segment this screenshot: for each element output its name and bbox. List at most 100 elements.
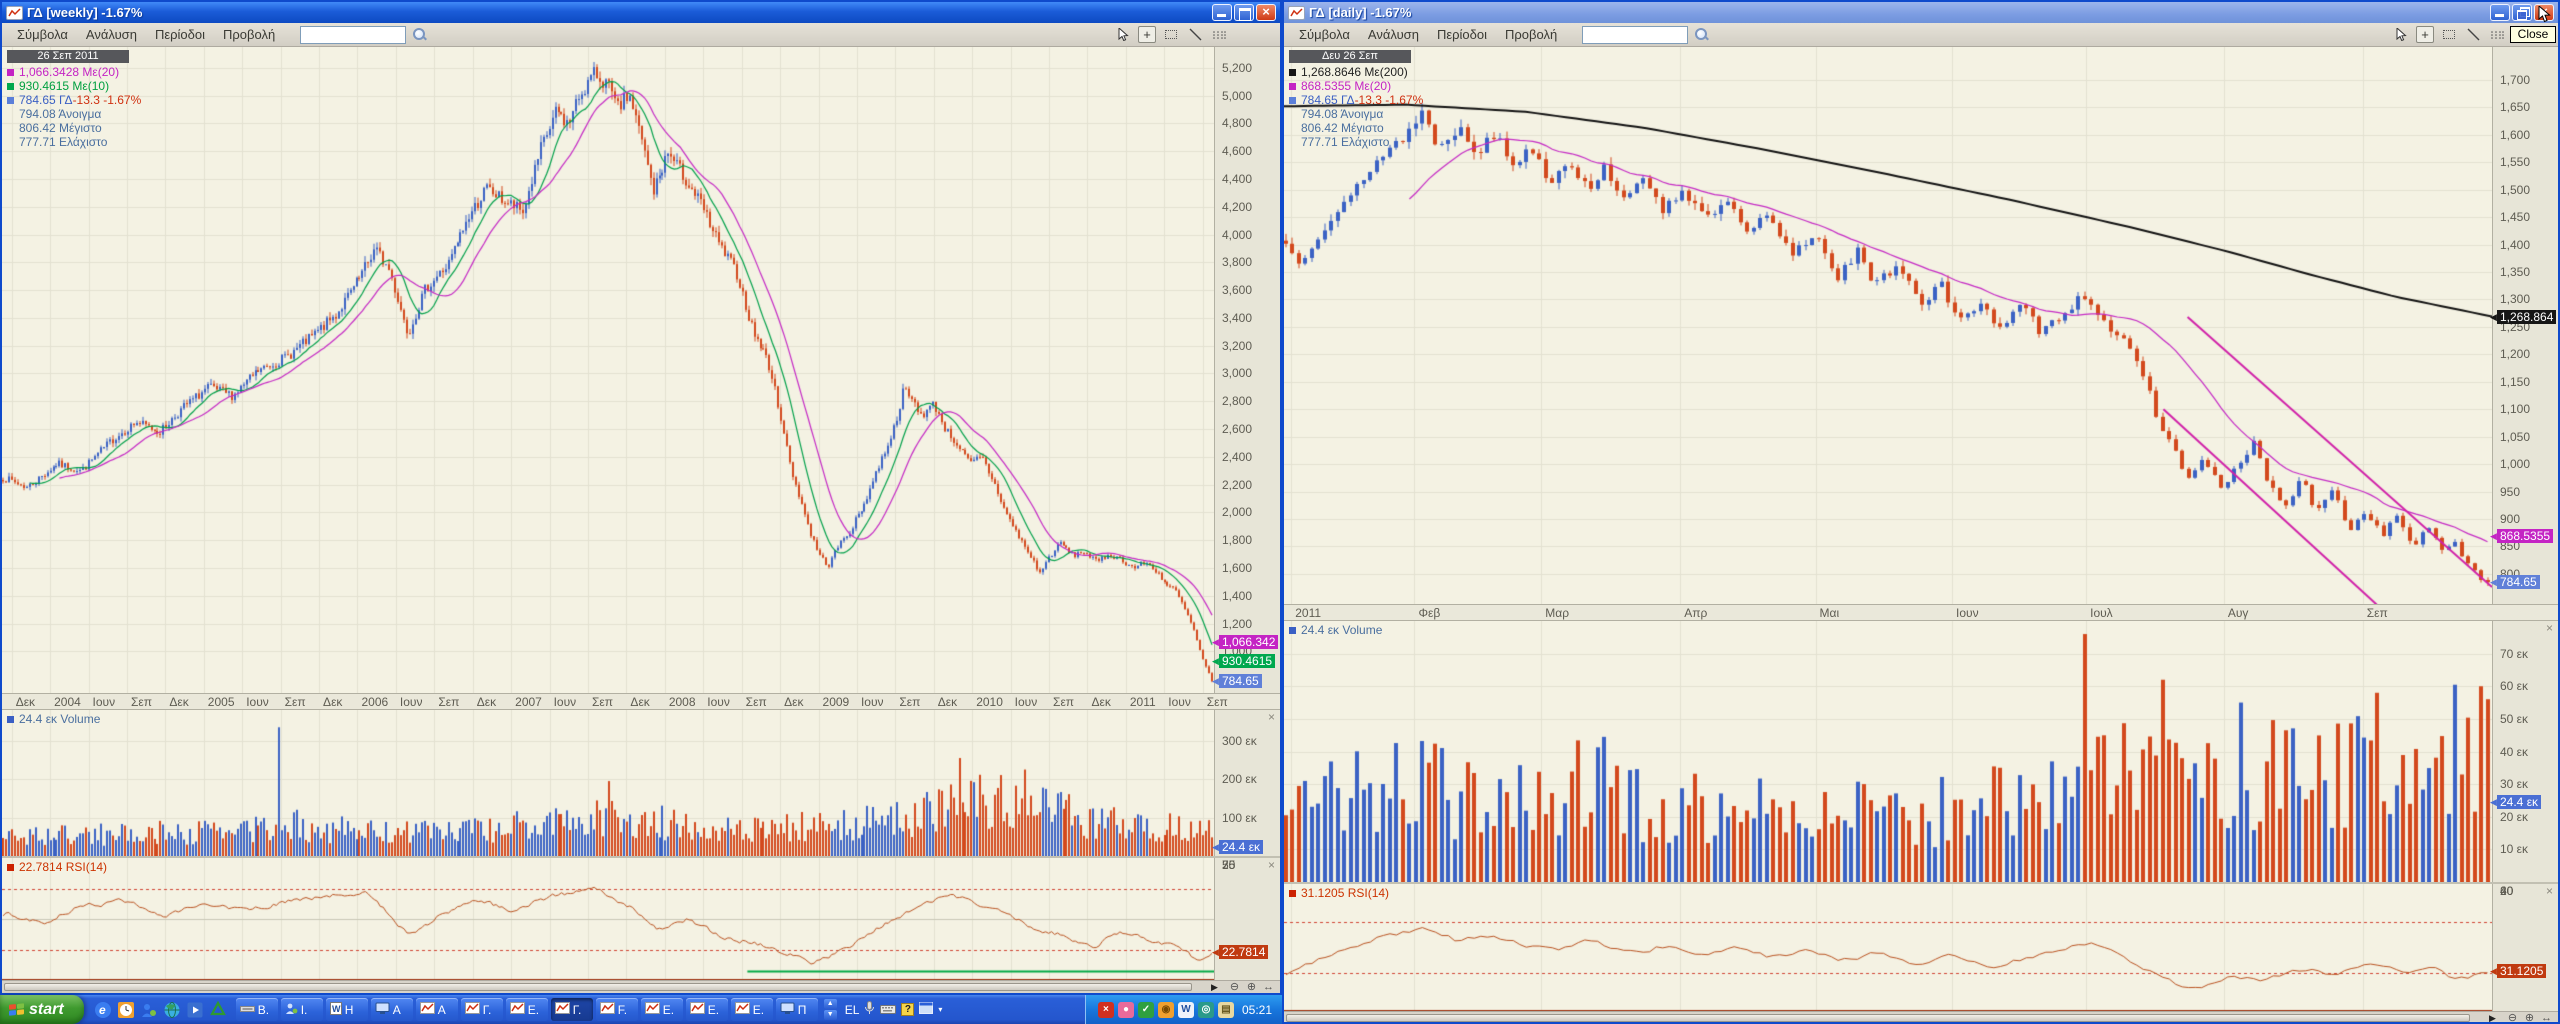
task-button-label: Γ. <box>483 1003 492 1017</box>
task-button-4[interactable]: A <box>371 998 413 1021</box>
input-window-icon[interactable] <box>919 1002 933 1017</box>
task-button-12[interactable]: E. <box>731 998 773 1021</box>
task-button-10[interactable]: E. <box>641 998 683 1021</box>
titlebar-weekly[interactable]: ΓΔ [weekly] -1.67% × <box>2 2 1280 23</box>
task-button-11[interactable]: E. <box>686 998 728 1021</box>
legend-row: 868.5355 Με(20) <box>1289 79 1423 93</box>
minimize-button[interactable] <box>2490 4 2510 21</box>
symbol-search-input[interactable] <box>1582 26 1688 44</box>
price-plot[interactable] <box>2 47 1214 693</box>
menu-Σύμβολα[interactable]: Σύμβολα <box>8 25 77 45</box>
rectangle-tool-icon[interactable] <box>2440 26 2458 43</box>
rsi-plot[interactable] <box>2 858 1214 980</box>
pane-close-icon[interactable]: × <box>1268 711 1275 723</box>
recycle-icon[interactable] <box>209 1000 228 1019</box>
scroll-end-button[interactable]: ▶ <box>1207 981 1222 993</box>
messenger-icon[interactable] <box>140 1000 159 1019</box>
menu-Ανάλυση[interactable]: Ανάλυση <box>77 25 146 45</box>
pane-close-icon[interactable]: × <box>2546 622 2553 634</box>
close-button[interactable]: × <box>1256 4 1276 21</box>
horizontal-scrollbar[interactable]: ▶ ⊖⊕↔ <box>1284 1011 2558 1022</box>
pointer-tool-icon[interactable] <box>2392 26 2410 43</box>
taskbar-scroll-arrows[interactable]: ▲▼ <box>824 999 837 1020</box>
clock-icon[interactable] <box>117 1000 136 1019</box>
tray-doc-icon[interactable]: W <box>1178 1002 1194 1018</box>
badge-arrow: ◀ <box>2490 577 2497 587</box>
task-button-8[interactable]: Γ. <box>551 998 593 1021</box>
axis-tick-label: 4,200 <box>1222 200 1252 214</box>
minimize-button[interactable] <box>1212 4 1232 21</box>
taskbar-clock[interactable]: 05:21 <box>1242 1003 1272 1017</box>
task-button-7[interactable]: E. <box>506 998 548 1021</box>
search-icon[interactable] <box>412 27 427 42</box>
date-label: Ιουν <box>1956 606 1979 620</box>
menu-Ανάλυση[interactable]: Ανάλυση <box>1359 25 1428 45</box>
menu-Σύμβολα[interactable]: Σύμβολα <box>1290 25 1359 45</box>
media-icon[interactable] <box>186 1000 205 1019</box>
tray-speaker-icon[interactable]: ◉ <box>1158 1002 1174 1018</box>
restore-button[interactable] <box>2512 4 2532 21</box>
task-button-1[interactable]: B. <box>236 998 278 1021</box>
legend-text: 806.42 Μέγιστο <box>19 121 102 135</box>
volume-plot[interactable] <box>1284 621 2492 882</box>
zoom-out-button[interactable]: ⊖ <box>1227 981 1242 993</box>
menu-Περίοδοι[interactable]: Περίοδοι <box>1428 25 1496 45</box>
date-label: Ιουν <box>1015 695 1038 709</box>
menu-Περίοδοι[interactable]: Περίοδοι <box>146 25 214 45</box>
tray-eye-icon[interactable]: ◎ <box>1198 1002 1214 1018</box>
date-label: Δεκ <box>784 695 803 709</box>
volume-plot[interactable] <box>2 710 1214 856</box>
langbar-options-arrow[interactable]: ▾ <box>938 1005 942 1014</box>
svg-text:e: e <box>99 1003 106 1017</box>
legend-text: 806.42 Μέγιστο <box>1301 121 1384 135</box>
tray-notes-icon[interactable]: ▤ <box>1218 1002 1234 1018</box>
grid-tool-icon[interactable] <box>1210 26 1228 43</box>
trendline-tool-icon[interactable] <box>2464 26 2482 43</box>
symbol-search-input[interactable] <box>300 26 406 44</box>
scroll-end-button[interactable]: ▶ <box>2485 1012 2500 1022</box>
pane-close-icon[interactable]: × <box>1268 859 1275 871</box>
fit-width-button[interactable]: ↔ <box>2539 1012 2554 1022</box>
task-button-13[interactable]: Π <box>776 998 818 1021</box>
tray-check-icon[interactable]: ✓ <box>1138 1002 1154 1018</box>
grid-tool-icon[interactable] <box>2488 26 2506 43</box>
price-plot[interactable] <box>1284 47 2492 604</box>
titlebar-daily[interactable]: ΓΔ [daily] -1.67% × <box>1284 2 2558 23</box>
menu-Προβολή[interactable]: Προβολή <box>214 25 284 45</box>
value-badge: 784.65◀ <box>1219 674 1262 688</box>
pointer-tool-icon[interactable] <box>1114 26 1132 43</box>
search-icon[interactable] <box>1694 27 1709 42</box>
globe-icon[interactable] <box>163 1000 182 1019</box>
maximize-button[interactable] <box>1234 4 1254 21</box>
pane-close-icon[interactable]: × <box>2546 885 2553 897</box>
task-button-3[interactable]: WH <box>326 998 368 1021</box>
monitor-icon <box>780 1002 795 1018</box>
axis-tick-label: 1,700 <box>2500 73 2530 87</box>
crosshair-tool-icon[interactable]: + <box>1138 26 1156 43</box>
start-button[interactable]: start <box>0 995 84 1024</box>
task-button-5[interactable]: A <box>416 998 458 1021</box>
task-button-2[interactable]: I. <box>281 998 323 1021</box>
scrollbar-thumb[interactable] <box>1286 1014 2470 1022</box>
language-indicator[interactable]: EL <box>845 1003 860 1017</box>
task-button-9[interactable]: F. <box>596 998 638 1021</box>
task-button-6[interactable]: Γ. <box>461 998 503 1021</box>
internet-explorer-icon[interactable]: e <box>94 1000 113 1019</box>
zoom-in-button[interactable]: ⊕ <box>2522 1012 2537 1022</box>
tray-alert-icon[interactable]: × <box>1098 1002 1114 1018</box>
scrollbar-thumb[interactable] <box>4 983 1192 991</box>
keyboard-icon[interactable] <box>880 1003 896 1017</box>
rectangle-tool-icon[interactable] <box>1162 26 1180 43</box>
zoom-in-button[interactable]: ⊕ <box>1244 981 1259 993</box>
rsi-plot[interactable] <box>1284 884 2492 1011</box>
menu-Προβολή[interactable]: Προβολή <box>1496 25 1566 45</box>
microphone-icon[interactable] <box>864 1001 875 1018</box>
tray-ball-icon[interactable]: ● <box>1118 1002 1134 1018</box>
legend-text: 24.4 εκ Volume <box>19 712 100 726</box>
crosshair-tool-icon[interactable]: + <box>2416 26 2434 43</box>
zoom-out-button[interactable]: ⊖ <box>2505 1012 2520 1022</box>
help-icon[interactable]: ? <box>901 1003 914 1016</box>
trendline-tool-icon[interactable] <box>1186 26 1204 43</box>
fit-width-button[interactable]: ↔ <box>1261 981 1276 993</box>
horizontal-scrollbar[interactable]: ▶ ⊖⊕↔ <box>2 980 1280 993</box>
